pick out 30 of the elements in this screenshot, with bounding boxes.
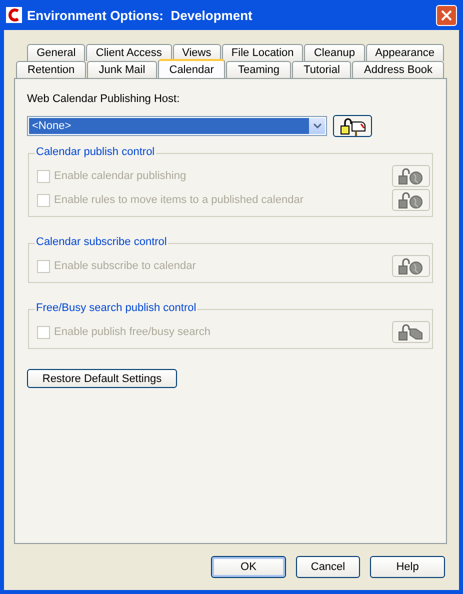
- restore-defaults-button[interactable]: Restore Default Settings: [27, 369, 177, 388]
- dialog-button[interactable]: OK: [211, 556, 286, 578]
- window-title: Environment Options: Development: [27, 8, 254, 22]
- tab[interactable]: File Location: [222, 44, 304, 61]
- close-icon: [441, 10, 452, 20]
- group-title: Calendar subscribe control: [35, 236, 168, 248]
- lock-mailbox-button[interactable]: [333, 115, 372, 137]
- checkbox-label: Enable publish free/busy search: [54, 326, 212, 338]
- tab[interactable]: Retention: [16, 61, 86, 78]
- group-title: Free/Busy search publish control: [35, 302, 198, 314]
- tab[interactable]: Calendar: [158, 59, 226, 78]
- tab[interactable]: Client Access: [86, 44, 172, 61]
- app-icon: [6, 7, 22, 23]
- tab[interactable]: Tutorial: [292, 61, 352, 78]
- group-title: Calendar publish control: [35, 146, 156, 158]
- tab[interactable]: General: [27, 44, 86, 61]
- dialog-button[interactable]: Cancel: [296, 556, 360, 578]
- tab[interactable]: Teaming: [226, 61, 292, 78]
- checkbox-label: Enable rules to move items to a published calendar: [54, 194, 304, 206]
- tab[interactable]: Junk Mail: [87, 61, 157, 78]
- tab[interactable]: Address Book: [352, 61, 444, 78]
- tab[interactable]: Cleanup: [304, 44, 365, 61]
- host-dropdown[interactable]: <None>: [27, 116, 327, 136]
- host-label: Web Calendar Publishing Host:: [27, 93, 181, 105]
- checkbox-label: Enable subscribe to calendar: [54, 260, 197, 272]
- dialog-button[interactable]: Help: [370, 556, 445, 578]
- close-button[interactable]: [436, 4, 457, 26]
- dropdown-value: <None>: [29, 118, 309, 134]
- tab[interactable]: Appearance: [366, 44, 444, 61]
- checkbox-label: Enable calendar publishing: [54, 170, 188, 182]
